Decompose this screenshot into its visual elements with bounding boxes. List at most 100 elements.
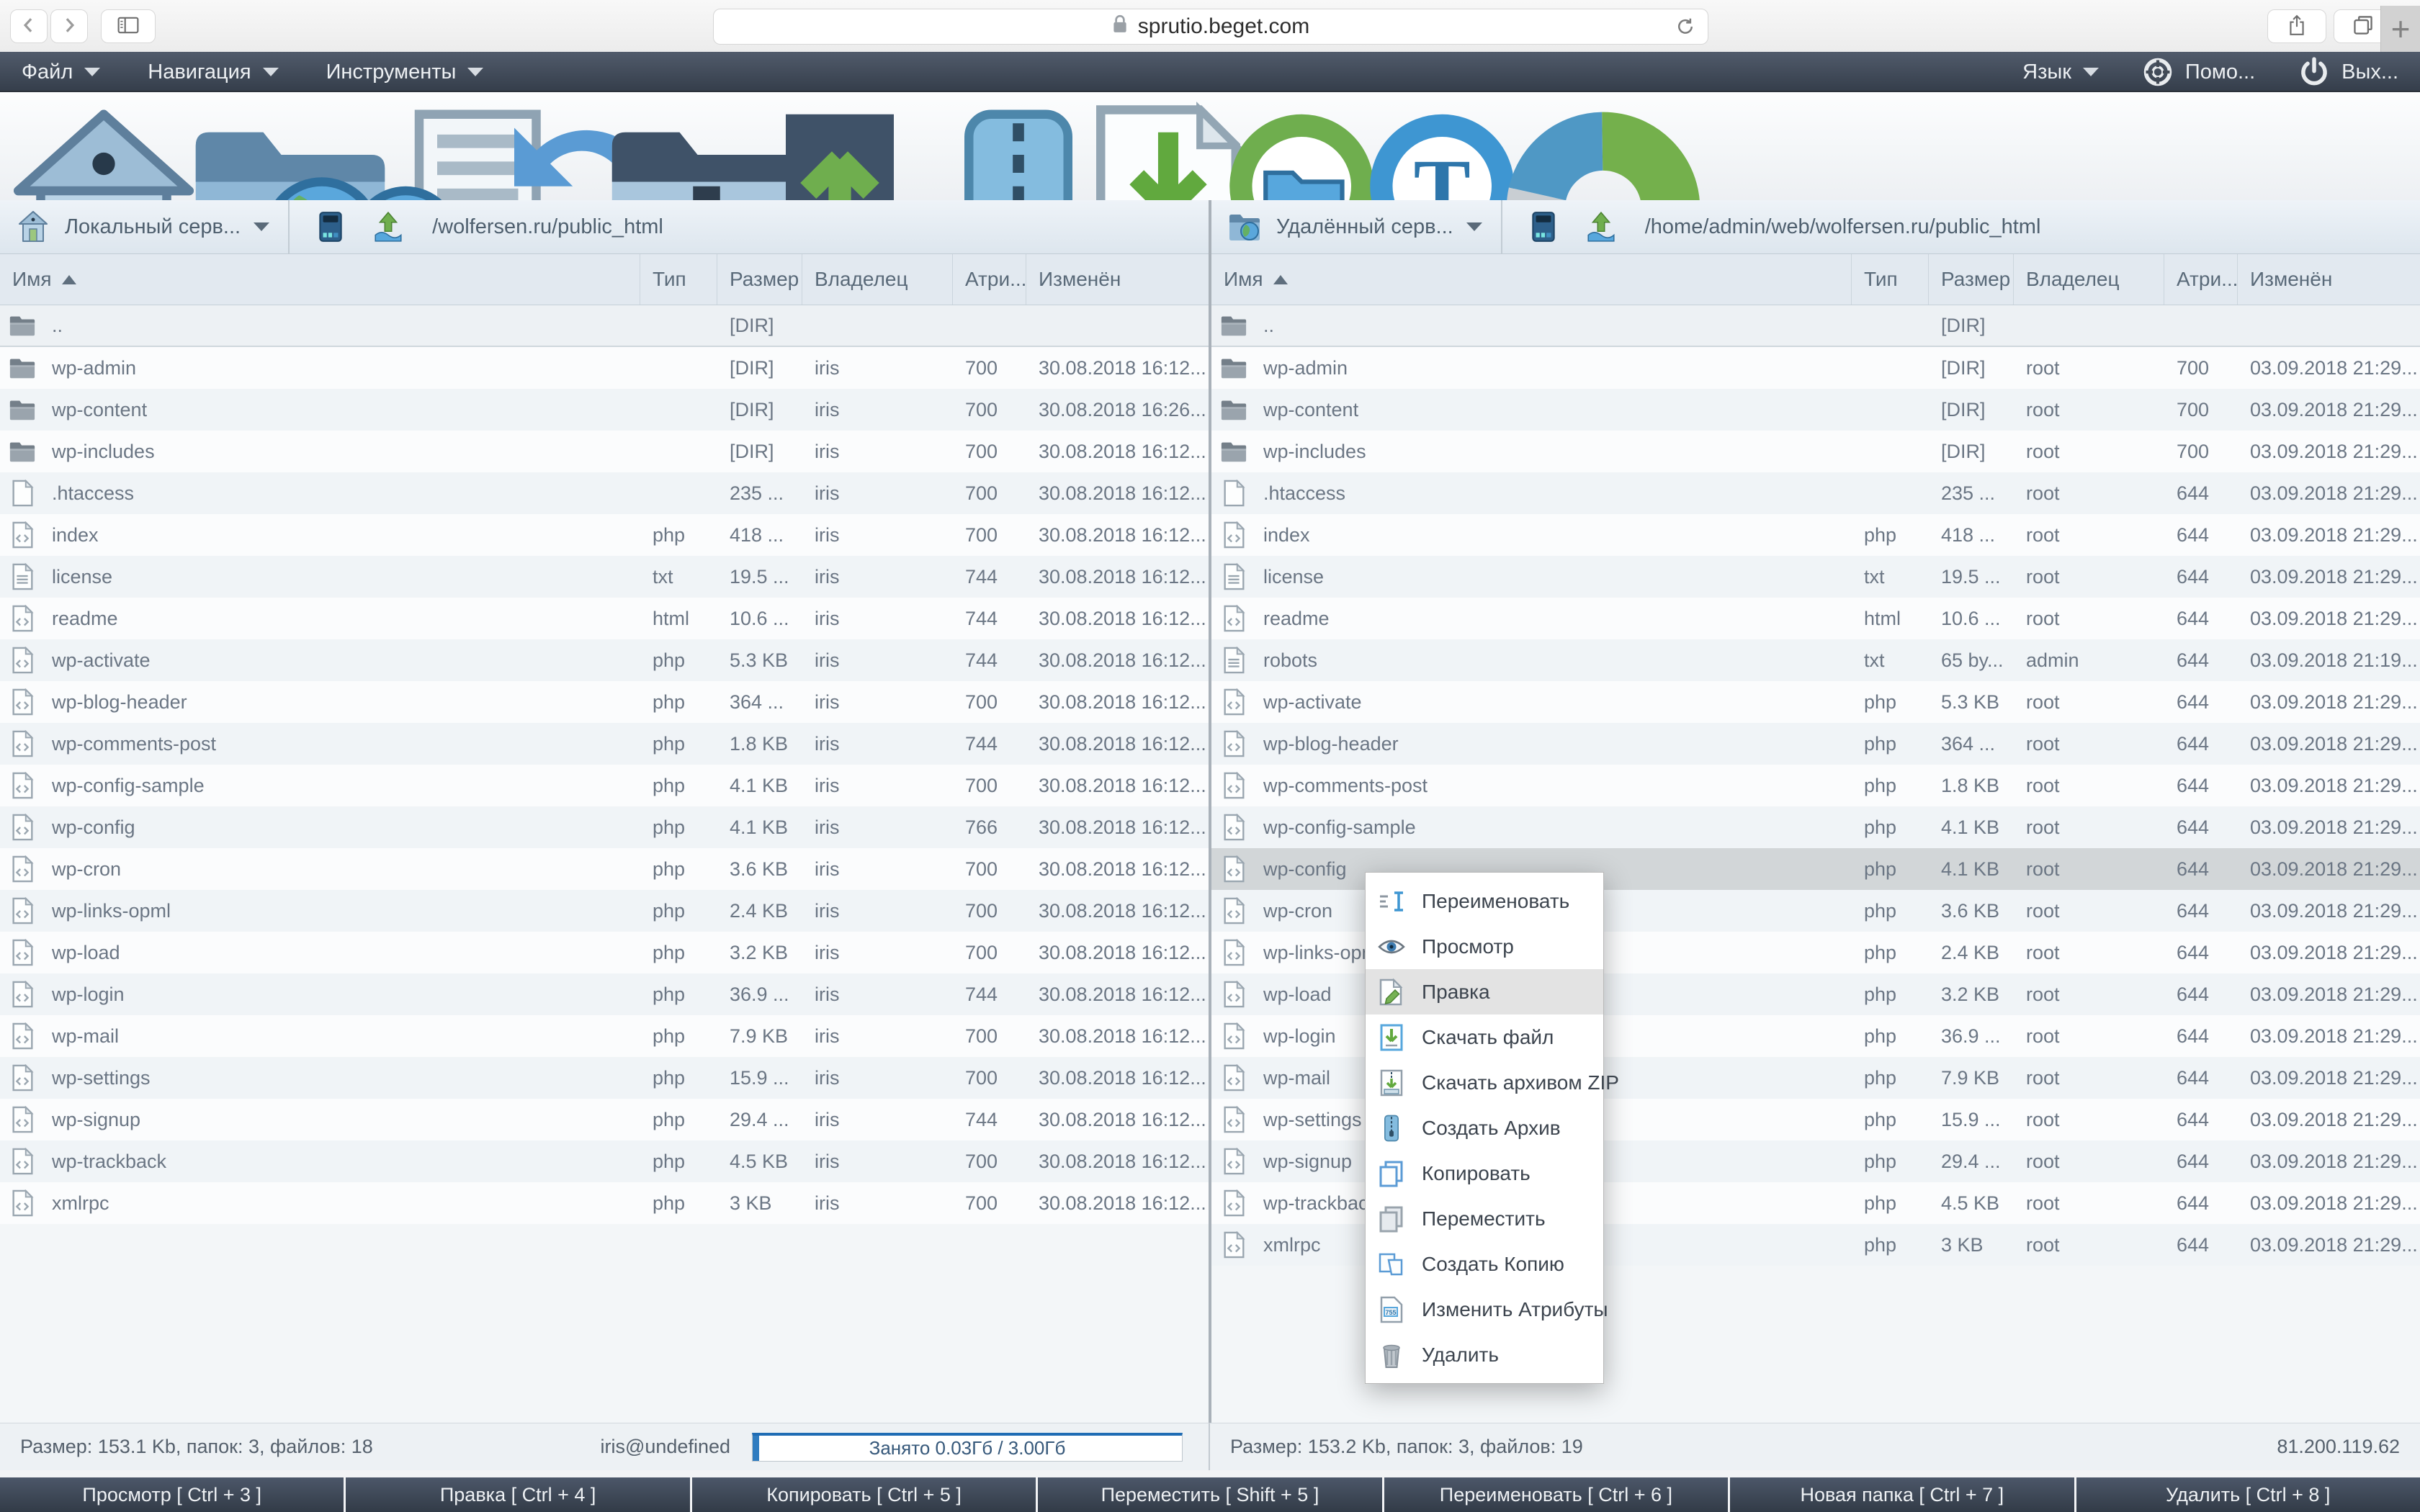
parent-directory-button[interactable] (372, 210, 405, 243)
column-header-0[interactable]: Имя (1211, 254, 1852, 305)
context-move[interactable]: Переместить (1366, 1196, 1603, 1241)
attrs-cell: 700 (953, 858, 1026, 881)
logout-menu[interactable]: Вых... (2298, 56, 2398, 88)
browser-sidebar-button[interactable] (101, 9, 156, 43)
browser-share-button[interactable] (2267, 9, 2326, 43)
hotkey-edit-button[interactable]: Правка [ Ctrl + 4 ] (346, 1477, 689, 1512)
column-header-3[interactable]: Владелец (802, 254, 953, 305)
file-row-wp-signup[interactable]: wp-signupphp29.4 ...iris74430.08.2018 16… (0, 1099, 1209, 1140)
file-row-wp-admin[interactable]: wp-admin[DIR]root70003.09.2018 21:29... (1211, 347, 2420, 389)
hotkey-copy-button[interactable]: Копировать [ Ctrl + 5 ] (692, 1477, 1036, 1512)
file-name: wp-blog-header (52, 691, 187, 714)
column-header-1[interactable]: Тип (1852, 254, 1929, 305)
file-row-wp-login[interactable]: wp-loginphp36.9 ...iris74430.08.2018 16:… (0, 973, 1209, 1015)
help-menu[interactable]: Помо... (2142, 56, 2255, 88)
language-menu[interactable]: Язык (2022, 60, 2099, 84)
hotkey-move-button[interactable]: Переместить [ Shift + 5 ] (1038, 1477, 1381, 1512)
size-cell: 2.4 KB (717, 900, 802, 922)
file-row-license[interactable]: licensetxt19.5 ...root64403.09.2018 21:2… (1211, 556, 2420, 598)
quota-label: Занято 0.03Гб / 3.00Гб (869, 1437, 1066, 1459)
file-row-.htaccess[interactable]: .htaccess235 ...iris70030.08.2018 16:12.… (0, 472, 1209, 514)
column-header-1[interactable]: Тип (640, 254, 717, 305)
file-row-wp-links-opml[interactable]: wp-links-opmlphp2.4 KBiris70030.08.2018 … (0, 890, 1209, 932)
file-row-.htaccess[interactable]: .htaccess235 ...root64403.09.2018 21:29.… (1211, 472, 2420, 514)
column-header-0[interactable]: Имя (0, 254, 640, 305)
file-row-wp-comments-post[interactable]: wp-comments-postphp1.8 KBiris74430.08.20… (0, 723, 1209, 765)
attrs-cell: 644 (2164, 775, 2238, 797)
server-selector[interactable]: Локальный серв... (65, 215, 241, 239)
browser-forward-button[interactable] (50, 9, 88, 43)
column-header-2[interactable]: Размер (1929, 254, 2014, 305)
file-row-readme[interactable]: readmehtml10.6 ...iris74430.08.2018 16:1… (0, 598, 1209, 639)
column-header-4[interactable]: Атри... (953, 254, 1026, 305)
file-row-wp-admin[interactable]: wp-admin[DIR]iris70030.08.2018 16:12... (0, 347, 1209, 389)
context-edit[interactable]: Правка (1366, 969, 1603, 1014)
tools-menu[interactable]: Инструменты (326, 60, 484, 84)
context-delete[interactable]: Удалить (1366, 1332, 1603, 1377)
file-row-wp-config-sample[interactable]: wp-config-samplephp4.1 KBroot64403.09.20… (1211, 806, 2420, 848)
context-view[interactable]: Просмотр (1366, 924, 1603, 969)
download-file-icon (1377, 1023, 1406, 1052)
attrs-cell: 700 (953, 1151, 1026, 1173)
file-row-license[interactable]: licensetxt19.5 ...iris74430.08.2018 16:1… (0, 556, 1209, 598)
file-row-wp-settings[interactable]: wp-settingsphp15.9 ...iris70030.08.2018 … (0, 1057, 1209, 1099)
file-row-wp-activate[interactable]: wp-activatephp5.3 KBroot64403.09.2018 21… (1211, 681, 2420, 723)
column-header-2[interactable]: Размер (717, 254, 802, 305)
name-cell: wp-links-opml (0, 897, 640, 924)
modified-cell: 03.09.2018 21:29... (2238, 608, 2420, 630)
root-directory-button[interactable] (1527, 210, 1560, 243)
file-row-wp-content[interactable]: wp-content[DIR]root70003.09.2018 21:29..… (1211, 389, 2420, 431)
context-attributes[interactable]: 755Изменить Атрибуты (1366, 1287, 1603, 1332)
hotkey-delete-button[interactable]: Удалить [ Ctrl + 8 ] (2076, 1477, 2420, 1512)
file-row-wp-config-sample[interactable]: wp-config-samplephp4.1 KBiris70030.08.20… (0, 765, 1209, 806)
root-directory-button[interactable] (314, 210, 347, 243)
file-row-wp-content[interactable]: wp-content[DIR]iris70030.08.2018 16:26..… (0, 389, 1209, 431)
file-row-wp-config[interactable]: wp-configphp4.1 KBiris76630.08.2018 16:1… (0, 806, 1209, 848)
file-row-wp-blog-header[interactable]: wp-blog-headerphp364 ...iris70030.08.201… (0, 681, 1209, 723)
file-name: .. (1263, 315, 1274, 337)
file-row-up[interactable]: ..[DIR] (1211, 305, 2420, 347)
file-row-wp-blog-header[interactable]: wp-blog-headerphp364 ...root64403.09.201… (1211, 723, 2420, 765)
file-row-wp-trackback[interactable]: wp-trackbackphp4.5 KBiris70030.08.2018 1… (0, 1140, 1209, 1182)
file-row-wp-load[interactable]: wp-loadphp3.2 KBiris70030.08.2018 16:12.… (0, 932, 1209, 973)
chevron-down-icon (2083, 68, 2099, 76)
file-row-robots[interactable]: robotstxt65 by...admin64403.09.2018 21:1… (1211, 639, 2420, 681)
context-download-file[interactable]: Скачать файл (1366, 1014, 1603, 1060)
file-row-wp-comments-post[interactable]: wp-comments-postphp1.8 KBroot64403.09.20… (1211, 765, 2420, 806)
file-row-index[interactable]: indexphp418 ...root64403.09.2018 21:29..… (1211, 514, 2420, 556)
navigation-menu[interactable]: Навигация (148, 60, 278, 84)
file-row-wp-activate[interactable]: wp-activatephp5.3 KBiris74430.08.2018 16… (0, 639, 1209, 681)
context-download-zip-label: Скачать архивом ZIP (1422, 1071, 1619, 1094)
file-menu[interactable]: Файл (22, 60, 100, 84)
file-row-wp-cron[interactable]: wp-cronphp3.6 KBiris70030.08.2018 16:12.… (0, 848, 1209, 890)
file-row-readme[interactable]: readmehtml10.6 ...root64403.09.2018 21:2… (1211, 598, 2420, 639)
context-rename[interactable]: Переименовать (1366, 878, 1603, 924)
modified-cell: 30.08.2018 16:12... (1026, 775, 1209, 797)
column-header-5[interactable]: Изменён (2238, 254, 2420, 305)
column-header-3[interactable]: Владелец (2014, 254, 2164, 305)
browser-url-field[interactable]: sprutio.beget.com (713, 9, 1708, 45)
column-header-5[interactable]: Изменён (1026, 254, 1209, 305)
file-row-wp-includes[interactable]: wp-includes[DIR]iris70030.08.2018 16:12.… (0, 431, 1209, 472)
parent-directory-button[interactable] (1585, 210, 1618, 243)
context-duplicate[interactable]: Создать Копию (1366, 1241, 1603, 1287)
column-header-4[interactable]: Атри... (2164, 254, 2238, 305)
file-row-xmlrpc[interactable]: xmlrpcphp3 KBiris70030.08.2018 16:12... (0, 1182, 1209, 1224)
context-create-archive[interactable]: Создать Архив (1366, 1105, 1603, 1151)
browser-back-button[interactable] (10, 9, 48, 43)
divider (288, 200, 290, 253)
file-row-wp-includes[interactable]: wp-includes[DIR]root70003.09.2018 21:29.… (1211, 431, 2420, 472)
name-cell: wp-activate (0, 647, 640, 674)
context-copy[interactable]: Копировать (1366, 1151, 1603, 1196)
context-download-zip[interactable]: Скачать архивом ZIP (1366, 1060, 1603, 1105)
browser-new-tab-button[interactable]: + (2380, 6, 2420, 52)
file-row-index[interactable]: indexphp418 ...iris70030.08.2018 16:12..… (0, 514, 1209, 556)
hotkey-rename-button[interactable]: Переименовать [ Ctrl + 6 ] (1384, 1477, 1728, 1512)
file-row-up[interactable]: ..[DIR] (0, 305, 1209, 347)
server-selector[interactable]: Удалённый серв... (1276, 215, 1453, 239)
hotkey-view-button[interactable]: Просмотр [ Ctrl + 3 ] (0, 1477, 344, 1512)
file-row-wp-mail[interactable]: wp-mailphp7.9 KBiris70030.08.2018 16:12.… (0, 1015, 1209, 1057)
reload-icon[interactable] (1675, 16, 1696, 37)
modified-cell: 03.09.2018 21:29... (2238, 357, 2420, 379)
hotkey-new-folder-button[interactable]: Новая папка [ Ctrl + 7 ] (1730, 1477, 2074, 1512)
